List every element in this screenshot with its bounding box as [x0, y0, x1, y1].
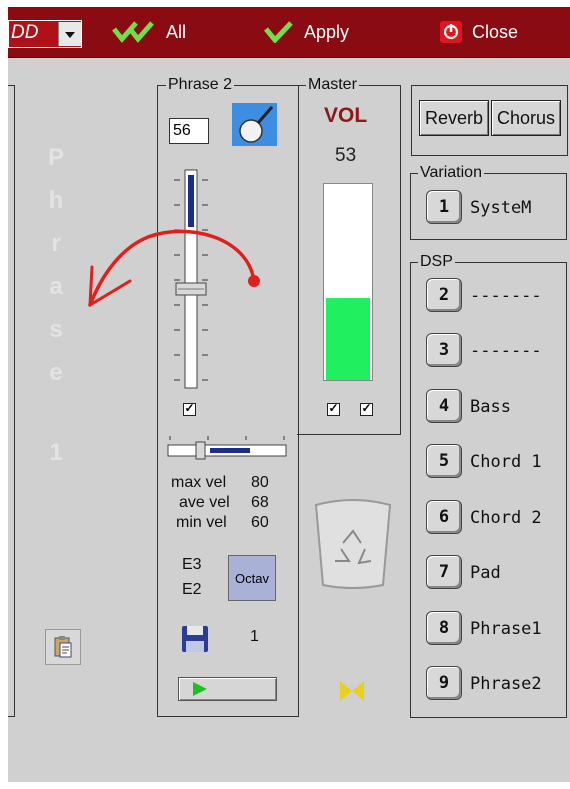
dsp-2-button[interactable]: 2	[426, 278, 462, 312]
phrase1-letter: h	[48, 187, 64, 214]
preset-combo-value: DD	[11, 22, 39, 43]
toolbar: DD All Apply Close	[8, 7, 570, 58]
chevron-down-icon[interactable]	[58, 22, 81, 46]
power-icon	[440, 21, 462, 43]
master-group-label: Master	[306, 76, 359, 94]
phrase1-letter: 1	[49, 439, 63, 466]
save-button[interactable]	[180, 624, 210, 654]
dsp-3-label: -------	[470, 341, 542, 361]
clipboard-icon	[54, 636, 72, 658]
instrument-button[interactable]	[232, 103, 277, 146]
dsp-6-button[interactable]: 6	[426, 500, 462, 534]
dsp-8-label: Phrase1	[470, 619, 542, 639]
dsp-group-label: DSP	[418, 253, 455, 271]
link-marker-icon	[338, 679, 366, 703]
phrase1-letter: a	[49, 273, 63, 300]
dsp-3-button[interactable]: 3	[426, 333, 462, 367]
chorus-button[interactable]: Chorus	[491, 100, 561, 136]
double-check-icon	[112, 21, 154, 43]
max-vel-label: max vel	[171, 474, 227, 491]
master-level-fill	[326, 298, 370, 380]
variation-1-button[interactable]: 1	[426, 190, 462, 224]
all-button-label: All	[166, 21, 187, 42]
play-icon	[193, 682, 207, 696]
dsp-2-label: -------	[470, 286, 542, 306]
phrase1-letter: s	[49, 316, 63, 343]
vol-value: 53	[335, 145, 357, 166]
floppy-disk-icon	[182, 626, 208, 652]
preset-combo[interactable]: DD	[8, 20, 82, 48]
phrase1-panel-left-edge	[8, 85, 15, 717]
check-mark-icon: ✓	[184, 401, 195, 415]
annotation-arrow-icon	[88, 229, 260, 307]
ave-vel-value: 68	[251, 494, 269, 511]
phrase2-value-input[interactable]	[169, 118, 209, 144]
save-count: 1	[250, 628, 259, 645]
dsp-4-label: Bass	[470, 397, 511, 417]
dsp-7-button[interactable]: 7	[426, 555, 462, 589]
dsp-4-button[interactable]: 4	[426, 389, 462, 423]
ave-vel-label: ave vel	[179, 494, 230, 511]
dsp-panel	[410, 262, 567, 718]
octave-button[interactable]: Octav	[228, 555, 276, 601]
paste-button[interactable]	[45, 629, 81, 665]
dsp-6-label: Chord 2	[470, 508, 542, 528]
close-button-label: Close	[472, 21, 519, 42]
vol-label: VOL	[324, 104, 368, 127]
phrase1-letter: e	[49, 359, 63, 386]
note-low: E2	[182, 581, 202, 598]
trash-button[interactable]	[313, 495, 393, 591]
app-window: DD All Apply Close P h r a s e 1 Phrase …	[8, 7, 570, 782]
variation-1-label: SysteM	[470, 198, 532, 218]
phrase2-group-label: Phrase 2	[166, 76, 235, 94]
recycle-bin-icon	[314, 499, 392, 589]
dsp-8-button[interactable]: 8	[426, 611, 462, 645]
phrase1-letter: P	[47, 144, 64, 171]
banjo-icon	[239, 106, 274, 143]
max-vel-value: 80	[251, 474, 269, 491]
note-high: E3	[182, 556, 202, 573]
master-checkbox-1[interactable]: ✓	[327, 401, 340, 416]
apply-button[interactable]: Apply	[264, 7, 349, 57]
check-mark-icon: ✓	[361, 401, 372, 415]
dsp-9-button[interactable]: 9	[426, 666, 462, 700]
all-button[interactable]: All	[112, 7, 186, 57]
variation-group-label: Variation	[418, 164, 484, 182]
master-level-meter	[323, 183, 373, 381]
phrase1-letter: r	[51, 230, 61, 257]
phrase2-pan-slider[interactable]	[166, 432, 291, 462]
dsp-9-label: Phrase2	[470, 674, 542, 694]
dsp-7-label: Pad	[470, 563, 501, 583]
master-checkbox-2[interactable]: ✓	[360, 401, 373, 416]
dsp-5-label: Chord 1	[470, 452, 542, 472]
phrase2-enable-checkbox[interactable]: ✓	[183, 401, 196, 416]
dsp-5-button[interactable]: 5	[426, 444, 462, 478]
min-vel-label: min vel	[176, 514, 227, 531]
play-button[interactable]	[178, 677, 277, 701]
close-button[interactable]: Close	[440, 7, 518, 57]
check-icon	[264, 21, 293, 43]
min-vel-value: 60	[251, 514, 269, 531]
check-mark-icon: ✓	[328, 401, 339, 415]
apply-button-label: Apply	[304, 21, 350, 42]
reverb-button[interactable]: Reverb	[419, 100, 489, 136]
